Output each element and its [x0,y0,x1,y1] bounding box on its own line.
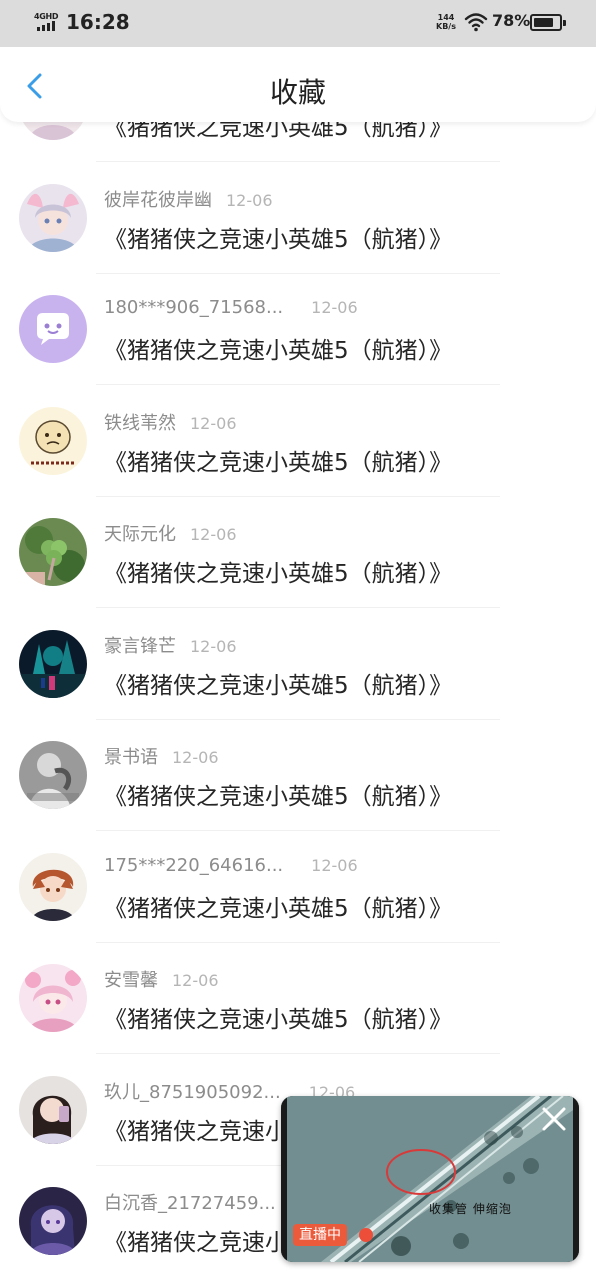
item-meta: 175***220_64616... 12-06 [104,855,358,881]
date: 12-06 [190,525,237,544]
avatar[interactable] [19,741,87,809]
close-icon[interactable] [539,1104,569,1134]
avatar[interactable] [19,853,87,921]
avatar[interactable] [19,518,87,586]
item-meta: 豪言锋芒 12-06 [104,632,237,658]
divider [96,830,500,831]
item-meta: 天际元化 12-06 [104,520,237,546]
list-item[interactable]: 豪言锋芒 12-06 《猪猪侠之竞速小英雄5（航猪）》 [0,609,596,720]
favorites-list: 《猪猪侠之竞速小英雄5（航猪）》 彼岸花彼岸幽 12-06 《猪猪侠之竞速小英雄5… [0,0,596,1280]
item-meta: 白沉香_21727459... [104,1189,276,1215]
nav-header: 收藏 [0,47,596,122]
username[interactable]: 彼岸花彼岸幽 [104,190,212,211]
avatar[interactable] [19,1187,87,1255]
live-badge: 直播中 [293,1224,347,1246]
item-meta: 彼岸花彼岸幽 12-06 [104,186,273,212]
username[interactable]: 180***906_71568... [104,297,283,318]
post-title: 《猪猪侠之竞速小英雄5（航猪）》 [104,338,453,364]
list-item[interactable]: 景书语 12-06 《猪猪侠之竞速小英雄5（航猪）》 [0,720,596,831]
post-title: 《猪猪侠之竞速小英雄5（航猪）》 [104,450,453,476]
username[interactable]: 安雪馨 [104,970,158,991]
list-item[interactable]: 铁线苇然 12-06 《猪猪侠之竞速小英雄5（航猪）》 [0,386,596,497]
post-title: 《猪猪侠之竞速小英雄5（航猪）》 [104,561,453,587]
item-meta: 安雪馨 12-06 [104,966,219,992]
date: 12-06 [172,748,219,767]
date: 12-06 [226,191,273,210]
avatar[interactable] [19,295,87,363]
username[interactable]: 天际元化 [104,524,176,545]
avatar[interactable] [19,184,87,252]
date: 12-06 [190,414,237,433]
avatar[interactable] [19,407,87,475]
post-title: 《猪猪侠之竞速小英雄5（航猪）》 [104,1007,453,1033]
post-title: 《猪猪侠之竞速小英雄5（航猪）》 [104,896,453,922]
list-item[interactable]: 175***220_64616... 12-06 《猪猪侠之竞速小英雄5（航猪）》 [0,832,596,943]
avatar[interactable] [19,1076,87,1144]
divider [96,384,500,385]
avatar[interactable] [19,964,87,1032]
list-item[interactable]: 180***906_71568... 12-06 《猪猪侠之竞速小英雄5（航猪）》 [0,274,596,385]
username[interactable]: 玖儿_8751905092... [104,1082,281,1103]
list-item[interactable]: 彼岸花彼岸幽 12-06 《猪猪侠之竞速小英雄5（航猪）》 [0,163,596,274]
divider [96,161,500,162]
date: 12-06 [311,298,358,317]
post-title: 《猪猪侠之竞速小英雄5（航猪）》 [104,784,453,810]
username[interactable]: 白沉香_21727459... [104,1193,276,1214]
page-title: 收藏 [269,76,326,109]
video-caption: 收集管 伸缩泡 [429,1202,512,1216]
username[interactable]: 景书语 [104,747,158,768]
date: 12-06 [311,856,358,875]
item-meta: 180***906_71568... 12-06 [104,297,358,323]
live-floating-window[interactable]: 收集管 伸缩泡 直播中 [281,1096,579,1262]
live-indicator-dot [359,1228,373,1242]
post-title: 《猪猪侠之竞速小英雄5（航猪）》 [104,673,453,699]
item-meta: 景书语 12-06 [104,743,219,769]
username[interactable]: 175***220_64616... [104,855,283,876]
username[interactable]: 豪言锋芒 [104,636,176,657]
item-meta: 铁线苇然 12-06 [104,409,237,435]
divider [96,607,500,608]
list-item[interactable]: 安雪馨 12-06 《猪猪侠之竞速小英雄5（航猪）》 [0,943,596,1054]
date: 12-06 [190,637,237,656]
avatar[interactable] [19,630,87,698]
divider [96,1053,500,1054]
list-item[interactable]: 天际元化 12-06 《猪猪侠之竞速小英雄5（航猪）》 [0,497,596,608]
date: 12-06 [172,971,219,990]
post-title: 《猪猪侠之竞速小英雄5（航猪）》 [104,227,453,253]
username[interactable]: 铁线苇然 [104,413,176,434]
